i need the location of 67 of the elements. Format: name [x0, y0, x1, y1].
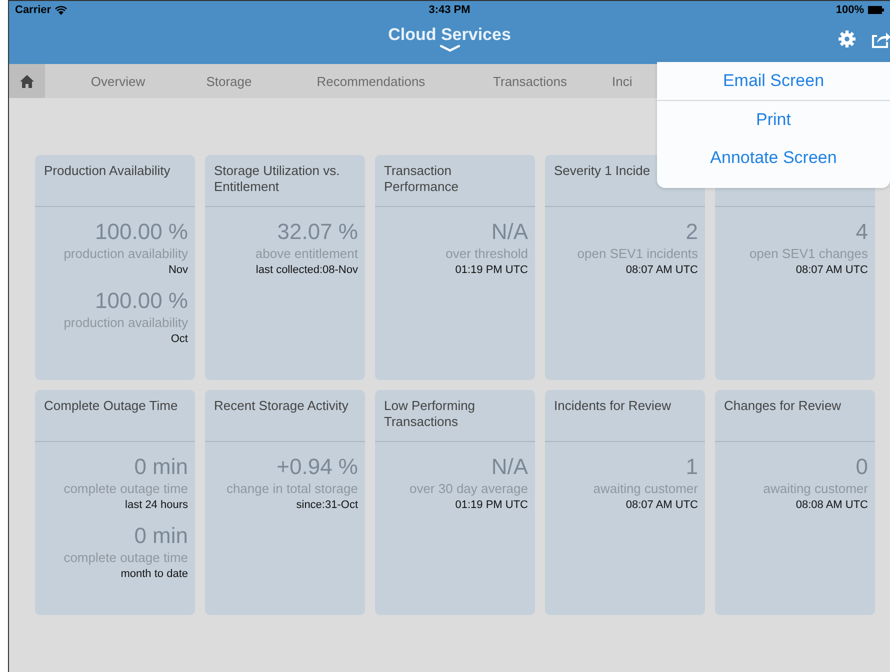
app-title: Cloud Services — [388, 25, 511, 45]
metric-label: over threshold — [446, 245, 528, 262]
metric-note: 01:19 PM UTC — [455, 263, 528, 278]
menu-item[interactable]: Email Screen — [657, 62, 890, 100]
metric-value: N/A — [491, 219, 528, 245]
metric-label: open SEV1 incidents — [577, 245, 698, 262]
battery-icon — [868, 6, 884, 14]
metric-note: 08:07 AM UTC — [626, 263, 698, 278]
card-title: Production Availability — [44, 163, 170, 178]
carrier-label: Carrier — [15, 4, 52, 16]
dashboard-card[interactable]: Incidents for Review 1 awaiting customer 08:07 AM UTC — [545, 390, 705, 615]
metric-label: awaiting customer — [763, 480, 868, 497]
dashboard-card[interactable]: Production Availability 100.00 % production availability Nov 100.00 % production availability Oct — [35, 155, 195, 380]
settings-icon[interactable] — [838, 30, 856, 48]
metric-value: 0 — [856, 454, 868, 480]
metric-note: 08:07 AM UTC — [626, 498, 698, 513]
chevron-down-icon[interactable] — [440, 45, 460, 52]
card-title: Incidents for Review — [554, 398, 672, 413]
dashboard-card[interactable]: Low Performing Transactions N/A over 30 day average 01:19 PM UTC — [375, 390, 535, 615]
metric-label: over 30 day average — [409, 480, 528, 497]
status-time: 3:43 PM — [428, 4, 470, 16]
metric-note: last collected:08-Nov — [256, 263, 358, 278]
card-title: Low Performing Transactions — [384, 398, 476, 429]
metric-note: month to date — [120, 567, 188, 582]
battery-percent: 100% — [836, 4, 864, 16]
metric-label: complete outage time — [64, 480, 188, 497]
metric-value: +0.94 % — [276, 454, 358, 480]
dashboard-card[interactable]: Recent Storage Activity +0.94 % change in total storage since:31-Oct — [205, 390, 365, 615]
home-icon — [20, 74, 34, 88]
dashboard-card[interactable]: Severity 1 Incide 2 open SEV1 incidents 08:07 AM UTC — [545, 155, 705, 380]
metric-value: 100.00 % — [95, 219, 188, 245]
card-title: Transaction Performance — [384, 163, 458, 194]
metric-value: N/A — [491, 454, 528, 480]
card-title: Complete Outage Time — [44, 398, 178, 413]
card-title: Storage Utilization vs. Entitlement — [214, 163, 340, 194]
dashboard-card[interactable]: Changes for Review 0 awaiting customer 08:08 AM UTC — [715, 390, 875, 615]
metric-note: 01:19 PM UTC — [455, 498, 528, 513]
metric-note: since:31-Oct — [296, 498, 358, 513]
metric-value: 1 — [686, 454, 698, 480]
card-title: Recent Storage Activity — [214, 398, 348, 413]
dashboard-card[interactable]: Storage Utilization vs. Entitlement 32.07 % above entitlement last collected:08-Nov — [205, 155, 365, 380]
home-tab[interactable] — [9, 64, 45, 98]
metric-label: production availability — [64, 245, 188, 262]
metric-value: 4 — [856, 219, 868, 245]
dashboard-card[interactable]: Transaction Performance N/A over threshold 01:19 PM UTC — [375, 155, 535, 380]
card-title: Changes for Review — [724, 398, 842, 413]
menu-item[interactable]: Print — [657, 101, 890, 139]
metric-note: 08:07 AM UTC — [796, 263, 868, 278]
metric-label: production availability — [64, 314, 188, 331]
metric-label: change in total storage — [226, 480, 358, 497]
metric-label: above entitlement — [255, 245, 358, 262]
metric-label: complete outage time — [64, 549, 188, 566]
metric-value: 100.00 % — [95, 288, 188, 314]
wifi-icon — [55, 6, 68, 14]
metric-note: 08:08 AM UTC — [796, 498, 868, 513]
metric-note: last 24 hours — [125, 498, 188, 513]
metric-label: open SEV1 changes — [749, 245, 868, 262]
share-icon[interactable] — [871, 30, 890, 48]
dashboard-card[interactable]: Complete Outage Time 0 min complete outage time last 24 hours 0 min complete outage time month to date — [35, 390, 195, 615]
metric-label: awaiting customer — [593, 480, 698, 497]
metric-value: 2 — [686, 219, 698, 245]
metric-value: 0 min — [134, 523, 188, 549]
metric-note: Nov — [168, 263, 188, 278]
metric-note: Oct — [170, 332, 188, 347]
metric-value: 32.07 % — [277, 219, 358, 245]
metric-value: 0 min — [134, 454, 188, 480]
card-title: Severity 1 Incide — [554, 163, 650, 178]
